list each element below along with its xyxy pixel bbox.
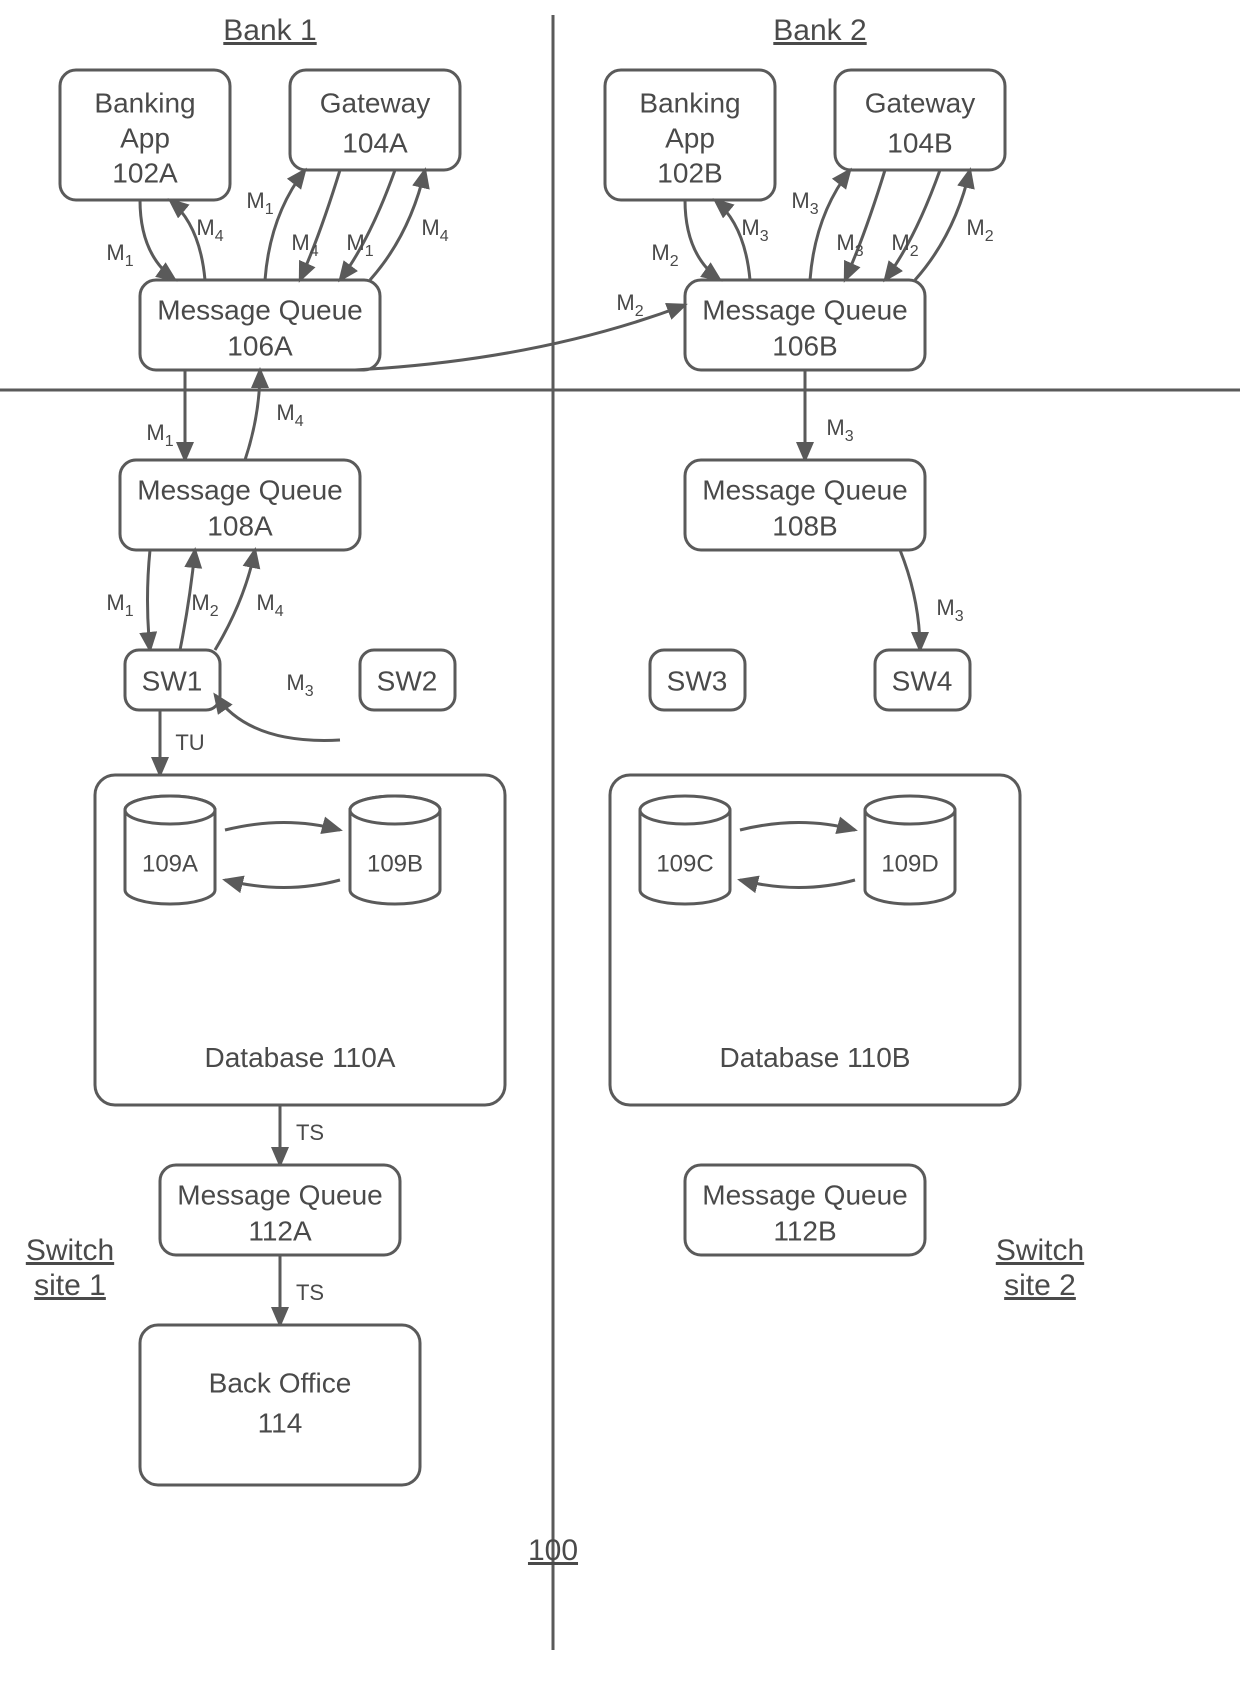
svg-text:109C: 109C (656, 850, 713, 877)
back-office-l1: Back Office (209, 1367, 352, 1398)
mq-112b-l2: 112B (773, 1215, 836, 1246)
gateway-a-l1: Gateway (320, 87, 431, 118)
arrow-108A-sw1-m1 (148, 550, 151, 650)
arrow-106B-gwB-1 (810, 170, 850, 280)
arrow-106A-to-gwA-2 (370, 170, 425, 280)
arrow-gwA-to-106A-2 (340, 170, 395, 280)
switch-site-1-l1: Switch (26, 1234, 114, 1267)
banking-app-a-l2: App (120, 122, 170, 153)
banking-app-a-l1: Banking (94, 87, 195, 118)
m2-label-appB: M2 (651, 240, 678, 270)
arrow-gwB-106B-2 (885, 170, 940, 280)
sw3-label: SW3 (667, 665, 728, 696)
m4-label-1: M4 (196, 215, 223, 245)
arrow-appA-to-106A (140, 200, 175, 280)
arrow-sw1-108A-m4 (215, 550, 255, 650)
arrow-106A-to-appA (170, 200, 205, 280)
arrow-108B-sw4 (900, 550, 920, 650)
svg-text:Database 110B: Database 110B (720, 1042, 911, 1073)
mq-106a-l2: 106A (227, 330, 293, 361)
svg-text:109B: 109B (367, 850, 423, 877)
mq-108a-l2: 108A (207, 510, 273, 541)
m1-label-down: M1 (146, 420, 173, 450)
sw1-label: SW1 (142, 665, 203, 696)
banking-app-b-l3: 102B (657, 157, 722, 188)
m1-label-gwA2: M1 (346, 230, 373, 260)
banking-app-a-l3: 102A (112, 157, 178, 188)
mq-106a-l1: Message Queue (157, 294, 362, 325)
m3-label-gwB2: M3 (836, 230, 863, 260)
m4-label-gwA2: M4 (421, 215, 448, 245)
m3-label-gwB1: M3 (791, 188, 818, 218)
m3-to-sw1-label: M3 (286, 670, 313, 700)
svg-text:109D: 109D (881, 850, 938, 877)
ts-label-1: TS (296, 1120, 324, 1145)
back-office (140, 1325, 420, 1485)
m2-label-gwB2: M2 (966, 215, 993, 245)
m3-to-sw4: M3 (936, 595, 963, 625)
bank1-header: Bank 1 (223, 14, 316, 47)
m3-label-appB: M3 (741, 215, 768, 245)
gateway-a-l2: 104A (342, 127, 408, 158)
m3-down-label: M3 (826, 415, 853, 445)
sw4-label: SW4 (892, 665, 953, 696)
db-110a-l2: 110A (332, 1042, 396, 1073)
cylinder-109d: 109D (865, 796, 955, 904)
m4-sw1: M4 (256, 590, 283, 620)
m1-sw1: M1 (106, 590, 133, 620)
m2-label-gwB1: M2 (891, 230, 918, 260)
cylinder-109b: 109B (350, 796, 440, 904)
arrow-108A-106A-up (245, 370, 260, 460)
switch-site-2-l1: Switch (996, 1234, 1084, 1267)
arrow-m3-to-sw1 (215, 695, 340, 740)
arrow-106B-to-appB (715, 200, 750, 280)
gateway-b-l2: 104B (887, 127, 952, 158)
figure-ref: 100 (528, 1534, 578, 1567)
m1-label-gwA: M1 (246, 188, 273, 218)
arrow-appB-to-106B (685, 200, 720, 280)
mq-112a-l1: Message Queue (177, 1179, 382, 1210)
m1-label-1: M1 (106, 240, 133, 270)
svg-text:Database 110A: Database 110A (205, 1042, 396, 1073)
mq-106b-l1: Message Queue (702, 294, 907, 325)
switch-site-1-l2: site 1 (34, 1269, 106, 1302)
sw2-label: SW2 (377, 665, 438, 696)
mq-108b-l1: Message Queue (702, 474, 907, 505)
svg-text:109A: 109A (142, 850, 198, 877)
arrow-gwA-to-106A-1 (300, 170, 340, 280)
db-110b-l2: 110B (847, 1042, 910, 1073)
banking-app-b-l2: App (665, 122, 715, 153)
mq-108b-l2: 108B (772, 510, 837, 541)
mq-112a-l2: 112A (248, 1215, 312, 1246)
arrow-gwB-106B-1 (845, 170, 885, 280)
db-110b-l1: Database (720, 1042, 840, 1073)
db-110a-l1: Database (205, 1042, 325, 1073)
back-office-l2: 114 (258, 1407, 303, 1438)
m2-cross-label: M2 (616, 290, 643, 320)
switch-site-2-l2: site 2 (1004, 1269, 1076, 1302)
cylinder-109c: 109C (640, 796, 730, 904)
tu-label: TU (175, 730, 204, 755)
bank2-header: Bank 2 (773, 14, 866, 47)
arrow-106A-to-gwA-1 (265, 170, 305, 280)
gateway-b-l1: Gateway (865, 87, 976, 118)
banking-app-b-l1: Banking (639, 87, 740, 118)
m4-label-gwA1: M4 (291, 230, 318, 260)
ts-label-2: TS (296, 1280, 324, 1305)
m4-label-up: M4 (276, 400, 303, 430)
m2-sw1: M2 (191, 590, 218, 620)
arrow-106B-gwB-2 (915, 170, 970, 280)
mq-112b-l1: Message Queue (702, 1179, 907, 1210)
cylinder-109a: 109A (125, 796, 215, 904)
mq-106b-l2: 106B (772, 330, 837, 361)
mq-108a-l1: Message Queue (137, 474, 342, 505)
